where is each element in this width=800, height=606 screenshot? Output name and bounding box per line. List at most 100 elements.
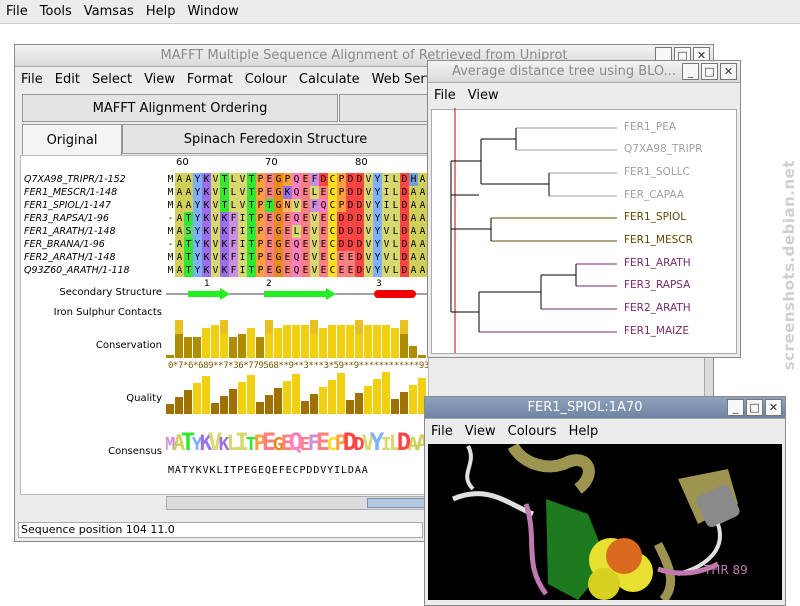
residue-cell[interactable]: V: [211, 225, 220, 238]
residue-cell[interactable]: D: [355, 264, 364, 277]
residue-cell[interactable]: A: [409, 264, 418, 277]
residue-cell[interactable]: Y: [193, 186, 202, 199]
residue-cell[interactable]: C: [328, 212, 337, 225]
residue-cell[interactable]: Y: [373, 212, 382, 225]
residue-cell[interactable]: H: [409, 173, 418, 186]
residue-cell[interactable]: A: [409, 212, 418, 225]
residue-cell[interactable]: L: [391, 225, 400, 238]
residue-cell[interactable]: T: [184, 264, 193, 277]
residue-cell[interactable]: Y: [193, 264, 202, 277]
struct-menu-colours[interactable]: Colours: [502, 424, 563, 439]
residue-cell[interactable]: P: [256, 238, 265, 251]
tab-spinach-feredoxin-structure[interactable]: Spinach Feredoxin Structure: [122, 124, 429, 154]
residue-cell[interactable]: I: [238, 225, 247, 238]
sequence-name[interactable]: FER2_ARATH/1-148: [24, 252, 116, 263]
menu-help[interactable]: Help: [140, 4, 182, 19]
residue-cell[interactable]: A: [175, 225, 184, 238]
residue-cell[interactable]: A: [175, 173, 184, 186]
residue-cell[interactable]: V: [211, 264, 220, 277]
residue-cell[interactable]: N: [283, 199, 292, 212]
residue-cell[interactable]: K: [220, 225, 229, 238]
residue-cell[interactable]: M: [166, 251, 175, 264]
residue-cell[interactable]: P: [256, 186, 265, 199]
residue-cell[interactable]: T: [247, 264, 256, 277]
residue-cell[interactable]: Y: [373, 251, 382, 264]
residue-cell[interactable]: D: [337, 238, 346, 251]
residue-cell[interactable]: E: [265, 251, 274, 264]
tab-original[interactable]: Original: [22, 124, 122, 156]
tree-leaf-label[interactable]: FER1_SPIOL: [624, 211, 686, 223]
residue-cell[interactable]: V: [364, 212, 373, 225]
residue-cell[interactable]: Q: [292, 186, 301, 199]
residue-cell[interactable]: E: [346, 251, 355, 264]
close-button[interactable]: ✕: [765, 399, 782, 416]
residue-cell[interactable]: D: [319, 173, 328, 186]
residue-cell[interactable]: A: [418, 238, 427, 251]
residue-cell[interactable]: V: [310, 264, 319, 277]
align-menu-edit[interactable]: Edit: [49, 72, 86, 87]
residue-cell[interactable]: Q: [292, 251, 301, 264]
residue-cell[interactable]: V: [211, 199, 220, 212]
residue-cell[interactable]: D: [400, 173, 409, 186]
residue-cell[interactable]: V: [364, 238, 373, 251]
residue-cell[interactable]: K: [202, 173, 211, 186]
close-button[interactable]: ✕: [720, 63, 737, 80]
residue-cell[interactable]: V: [382, 212, 391, 225]
residue-cell[interactable]: E: [283, 225, 292, 238]
residue-cell[interactable]: E: [337, 264, 346, 277]
residue-cell[interactable]: Q: [292, 173, 301, 186]
residue-cell[interactable]: K: [202, 251, 211, 264]
sequence-name[interactable]: FER1_SPIOL/1-147: [24, 200, 111, 211]
residue-cell[interactable]: D: [346, 173, 355, 186]
residue-cell[interactable]: A: [184, 173, 193, 186]
residue-cell[interactable]: D: [355, 238, 364, 251]
align-menu-calculate[interactable]: Calculate: [293, 72, 366, 87]
residue-cell[interactable]: Y: [193, 199, 202, 212]
residue-cell[interactable]: A: [409, 225, 418, 238]
residue-cell[interactable]: C: [328, 251, 337, 264]
tree-leaf-label[interactable]: FER_CAPAA: [624, 189, 684, 201]
residue-cell[interactable]: G: [274, 251, 283, 264]
residue-cell[interactable]: E: [319, 186, 328, 199]
residue-cell[interactable]: E: [337, 251, 346, 264]
residue-cell[interactable]: K: [202, 264, 211, 277]
residue-cell[interactable]: F: [229, 264, 238, 277]
residue-cell[interactable]: I: [238, 238, 247, 251]
residue-cell[interactable]: S: [184, 225, 193, 238]
residue-cell[interactable]: C: [328, 186, 337, 199]
residue-cell[interactable]: A: [175, 186, 184, 199]
sequence-name[interactable]: FER1_MESCR/1-148: [24, 187, 117, 198]
residue-cell[interactable]: -: [166, 212, 175, 225]
tab-mafft-alignment-ordering[interactable]: MAFFT Alignment Ordering: [22, 94, 338, 122]
residue-cell[interactable]: Q: [292, 264, 301, 277]
residue-cell[interactable]: A: [409, 186, 418, 199]
residue-cell[interactable]: K: [202, 199, 211, 212]
residue-cell[interactable]: E: [301, 199, 310, 212]
residue-cell[interactable]: E: [301, 173, 310, 186]
residue-cell[interactable]: V: [382, 264, 391, 277]
residue-cell[interactable]: D: [400, 225, 409, 238]
residue-cell[interactable]: A: [418, 251, 427, 264]
sequence-name[interactable]: Q93Z60_ARATH/1-118: [24, 265, 130, 276]
tree-leaf-label[interactable]: FER1_PEA: [624, 121, 676, 133]
residue-cell[interactable]: T: [247, 225, 256, 238]
residue-cell[interactable]: D: [346, 225, 355, 238]
residue-cell[interactable]: L: [310, 186, 319, 199]
residue-cell[interactable]: T: [265, 199, 274, 212]
tree-leaf-label[interactable]: Q7XA98_TRIPR: [624, 143, 702, 155]
residue-cell[interactable]: D: [355, 251, 364, 264]
residue-cell[interactable]: V: [211, 186, 220, 199]
struct-menu-file[interactable]: File: [425, 424, 459, 439]
residue-cell[interactable]: K: [220, 251, 229, 264]
residue-cell[interactable]: D: [355, 186, 364, 199]
residue-cell[interactable]: C: [328, 264, 337, 277]
residue-cell[interactable]: K: [202, 186, 211, 199]
maximize-button[interactable]: □: [746, 399, 763, 416]
residue-cell[interactable]: F: [229, 225, 238, 238]
residue-cell[interactable]: D: [346, 186, 355, 199]
residue-cell[interactable]: E: [265, 238, 274, 251]
residue-cell[interactable]: I: [238, 264, 247, 277]
residue-cell[interactable]: F: [310, 173, 319, 186]
residue-cell[interactable]: D: [337, 212, 346, 225]
residue-cell[interactable]: G: [274, 264, 283, 277]
